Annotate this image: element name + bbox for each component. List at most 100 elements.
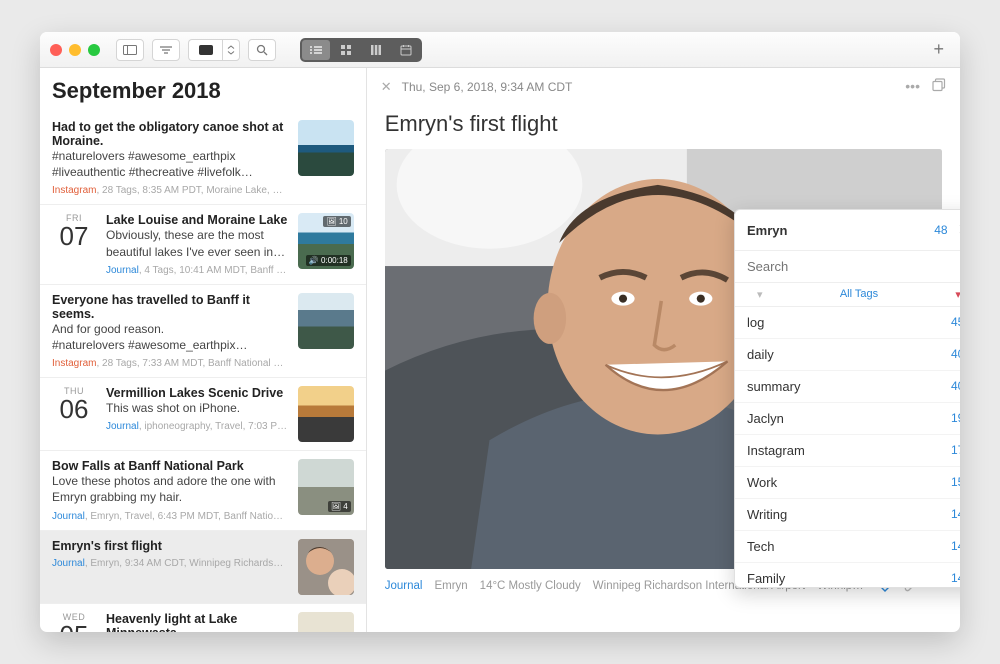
tag-list[interactable]: log 454 daily 405 summary 405 Jaclyn 191 Instagr…: [735, 307, 960, 587]
tag-name: Family: [747, 571, 785, 586]
entry-row[interactable]: Everyone has travelled to Banff it seems…: [40, 285, 366, 378]
tag-name: Tech: [747, 539, 774, 554]
grid-view-tab[interactable]: [332, 40, 360, 60]
tag-count: 144: [951, 539, 960, 554]
tag-popover: Emryn 48 ✕ ▾ All Tags ▾ log454daily405su…: [734, 209, 960, 588]
detail-date: Thu, Sep 6, 2018, 9:34 AM CDT: [402, 80, 573, 94]
entry-title: Vermillion Lakes Scenic Drive: [106, 386, 288, 400]
entry-row[interactable]: Bow Falls at Banff National ParkLove the…: [40, 451, 366, 530]
tag-name: Instagram: [747, 443, 805, 458]
entry-snippet: And for good reason.#naturelovers #aweso…: [52, 321, 288, 353]
tag-filter-left-caret[interactable]: ▾: [735, 283, 785, 306]
entry-meta: Journal, Emryn, 9:34 AM CDT, Winnipeg Ri…: [52, 558, 288, 569]
column-view-tab[interactable]: [362, 40, 390, 60]
entry-row[interactable]: WED05Heavenly light at Lake Minnewasta.#…: [40, 604, 366, 633]
entry-thumbnail[interactable]: 🖼 10🔊 0:00:18: [298, 213, 354, 269]
tag-row[interactable]: Family 143: [735, 563, 960, 587]
tag-search-input[interactable]: [735, 250, 960, 283]
tag-count: 454: [951, 315, 960, 330]
tag-name: Writing: [747, 507, 787, 522]
popover-close-button[interactable]: ✕: [958, 220, 960, 240]
tag-count: 191: [951, 411, 960, 426]
entry-meta: Journal, iphoneography, Travel, 7:03 PM …: [106, 421, 288, 432]
entry-title: Bow Falls at Banff National Park: [52, 459, 288, 473]
tag-name: summary: [747, 379, 800, 394]
entry-snippet: This was shot on iPhone.: [106, 400, 288, 416]
tag-row[interactable]: Jaclyn 191: [735, 403, 960, 435]
tag-count: 177: [951, 443, 960, 458]
traffic-lights: [50, 44, 100, 56]
entry-row[interactable]: Had to get the obligatory canoe shot at …: [40, 112, 366, 205]
tag-row[interactable]: Tech 144: [735, 531, 960, 563]
entry-thumbnail[interactable]: [298, 293, 354, 349]
entry-thumbnail[interactable]: 🖼 4: [298, 459, 354, 515]
tag-count: 148: [951, 507, 960, 522]
tag-row[interactable]: Writing 148: [735, 499, 960, 531]
more-options-button[interactable]: •••: [905, 78, 920, 95]
entry-detail-pane: ✕ Thu, Sep 6, 2018, 9:34 AM CDT ••• Emry…: [367, 68, 960, 632]
entry-title: Had to get the obligatory canoe shot at …: [52, 120, 288, 148]
month-header: September 2018: [40, 68, 366, 112]
calendar-view-tab[interactable]: [392, 40, 420, 60]
tag-name: Jaclyn: [747, 411, 784, 426]
filter-button[interactable]: [152, 39, 180, 61]
entry-title: Everyone has travelled to Banff it seems…: [52, 293, 288, 321]
tag-filter-bar: ▾ All Tags ▾: [735, 283, 960, 307]
toggle-sidebar-button[interactable]: [116, 39, 144, 61]
tag-count: 143: [951, 571, 960, 586]
detail-tag-emryn[interactable]: Emryn: [434, 580, 467, 592]
tag-count: 405: [951, 347, 960, 362]
tag-count: 154: [951, 475, 960, 490]
zoom-window-button[interactable]: [88, 44, 100, 56]
new-entry-button[interactable]: +: [927, 39, 950, 60]
tag-row[interactable]: daily 405: [735, 339, 960, 371]
entry-date-box: THU06: [52, 386, 96, 442]
entry-date-box: FRI07: [52, 213, 96, 275]
journal-color-swatch[interactable]: [188, 39, 222, 61]
entry-date-box: WED05: [52, 612, 96, 633]
entry-thumbnail[interactable]: [298, 612, 354, 633]
tag-filter-label[interactable]: All Tags: [785, 283, 934, 306]
titlebar: +: [40, 32, 960, 68]
detail-header: ✕ Thu, Sep 6, 2018, 9:34 AM CDT •••: [367, 68, 960, 105]
entry-thumbnail[interactable]: [298, 120, 354, 176]
entry-snippet: Obviously, these are the most beautiful …: [106, 227, 288, 259]
search-button[interactable]: [248, 39, 276, 61]
close-window-button[interactable]: [50, 44, 62, 56]
tag-row[interactable]: summary 405: [735, 371, 960, 403]
tag-filter-sort-caret[interactable]: ▾: [933, 283, 960, 306]
tag-name: log: [747, 315, 764, 330]
minimize-window-button[interactable]: [69, 44, 81, 56]
entry-thumbnail[interactable]: [298, 386, 354, 442]
entry-snippet: #naturelovers #awesome_earthpix #liveaut…: [52, 148, 288, 180]
tag-row[interactable]: log 454: [735, 307, 960, 339]
popover-current-tag: Emryn: [747, 223, 924, 238]
entry-meta: Journal, 4 Tags, 10:41 AM MDT, Banff Nat…: [106, 265, 288, 276]
journal-picker[interactable]: [188, 39, 240, 61]
entry-snippet: Love these photos and adore the one with…: [52, 473, 288, 505]
tag-row[interactable]: Instagram 177: [735, 435, 960, 467]
entry-meta: Instagram, 28 Tags, 7:33 AM MDT, Banff N…: [52, 358, 288, 369]
app-window: + September 2018 Had to get the obligato…: [40, 32, 960, 632]
entry-row[interactable]: THU06 Vermillion Lakes Scenic DriveThis w…: [40, 378, 366, 451]
close-detail-button[interactable]: ✕: [381, 79, 392, 95]
entry-title: Emryn's first flight: [52, 539, 288, 553]
open-in-window-button[interactable]: [932, 78, 946, 95]
entry-row[interactable]: Emryn's first flight Journal, Emryn, 9:34…: [40, 531, 366, 604]
view-switcher: [300, 38, 422, 62]
entry-title: Heavenly light at Lake Minnewasta.: [106, 612, 288, 633]
entry-thumbnail[interactable]: [298, 539, 354, 595]
tag-row[interactable]: Work 154: [735, 467, 960, 499]
detail-source[interactable]: Journal: [385, 580, 423, 592]
tag-name: daily: [747, 347, 774, 362]
entry-title: Lake Louise and Moraine Lake: [106, 213, 288, 227]
entry-list[interactable]: Had to get the obligatory canoe shot at …: [40, 112, 366, 632]
tag-count: 405: [951, 379, 960, 394]
entry-meta: Journal, Emryn, Travel, 6:43 PM MDT, Ban…: [52, 511, 288, 522]
list-view-tab[interactable]: [302, 40, 330, 60]
entry-list-pane: September 2018 Had to get the obligatory…: [40, 68, 367, 632]
tag-name: Work: [747, 475, 777, 490]
journal-dropdown-caret[interactable]: [222, 39, 240, 61]
popover-current-count: 48: [934, 223, 947, 237]
entry-row[interactable]: FRI07 Lake Louise and Moraine LakeObvious…: [40, 205, 366, 284]
